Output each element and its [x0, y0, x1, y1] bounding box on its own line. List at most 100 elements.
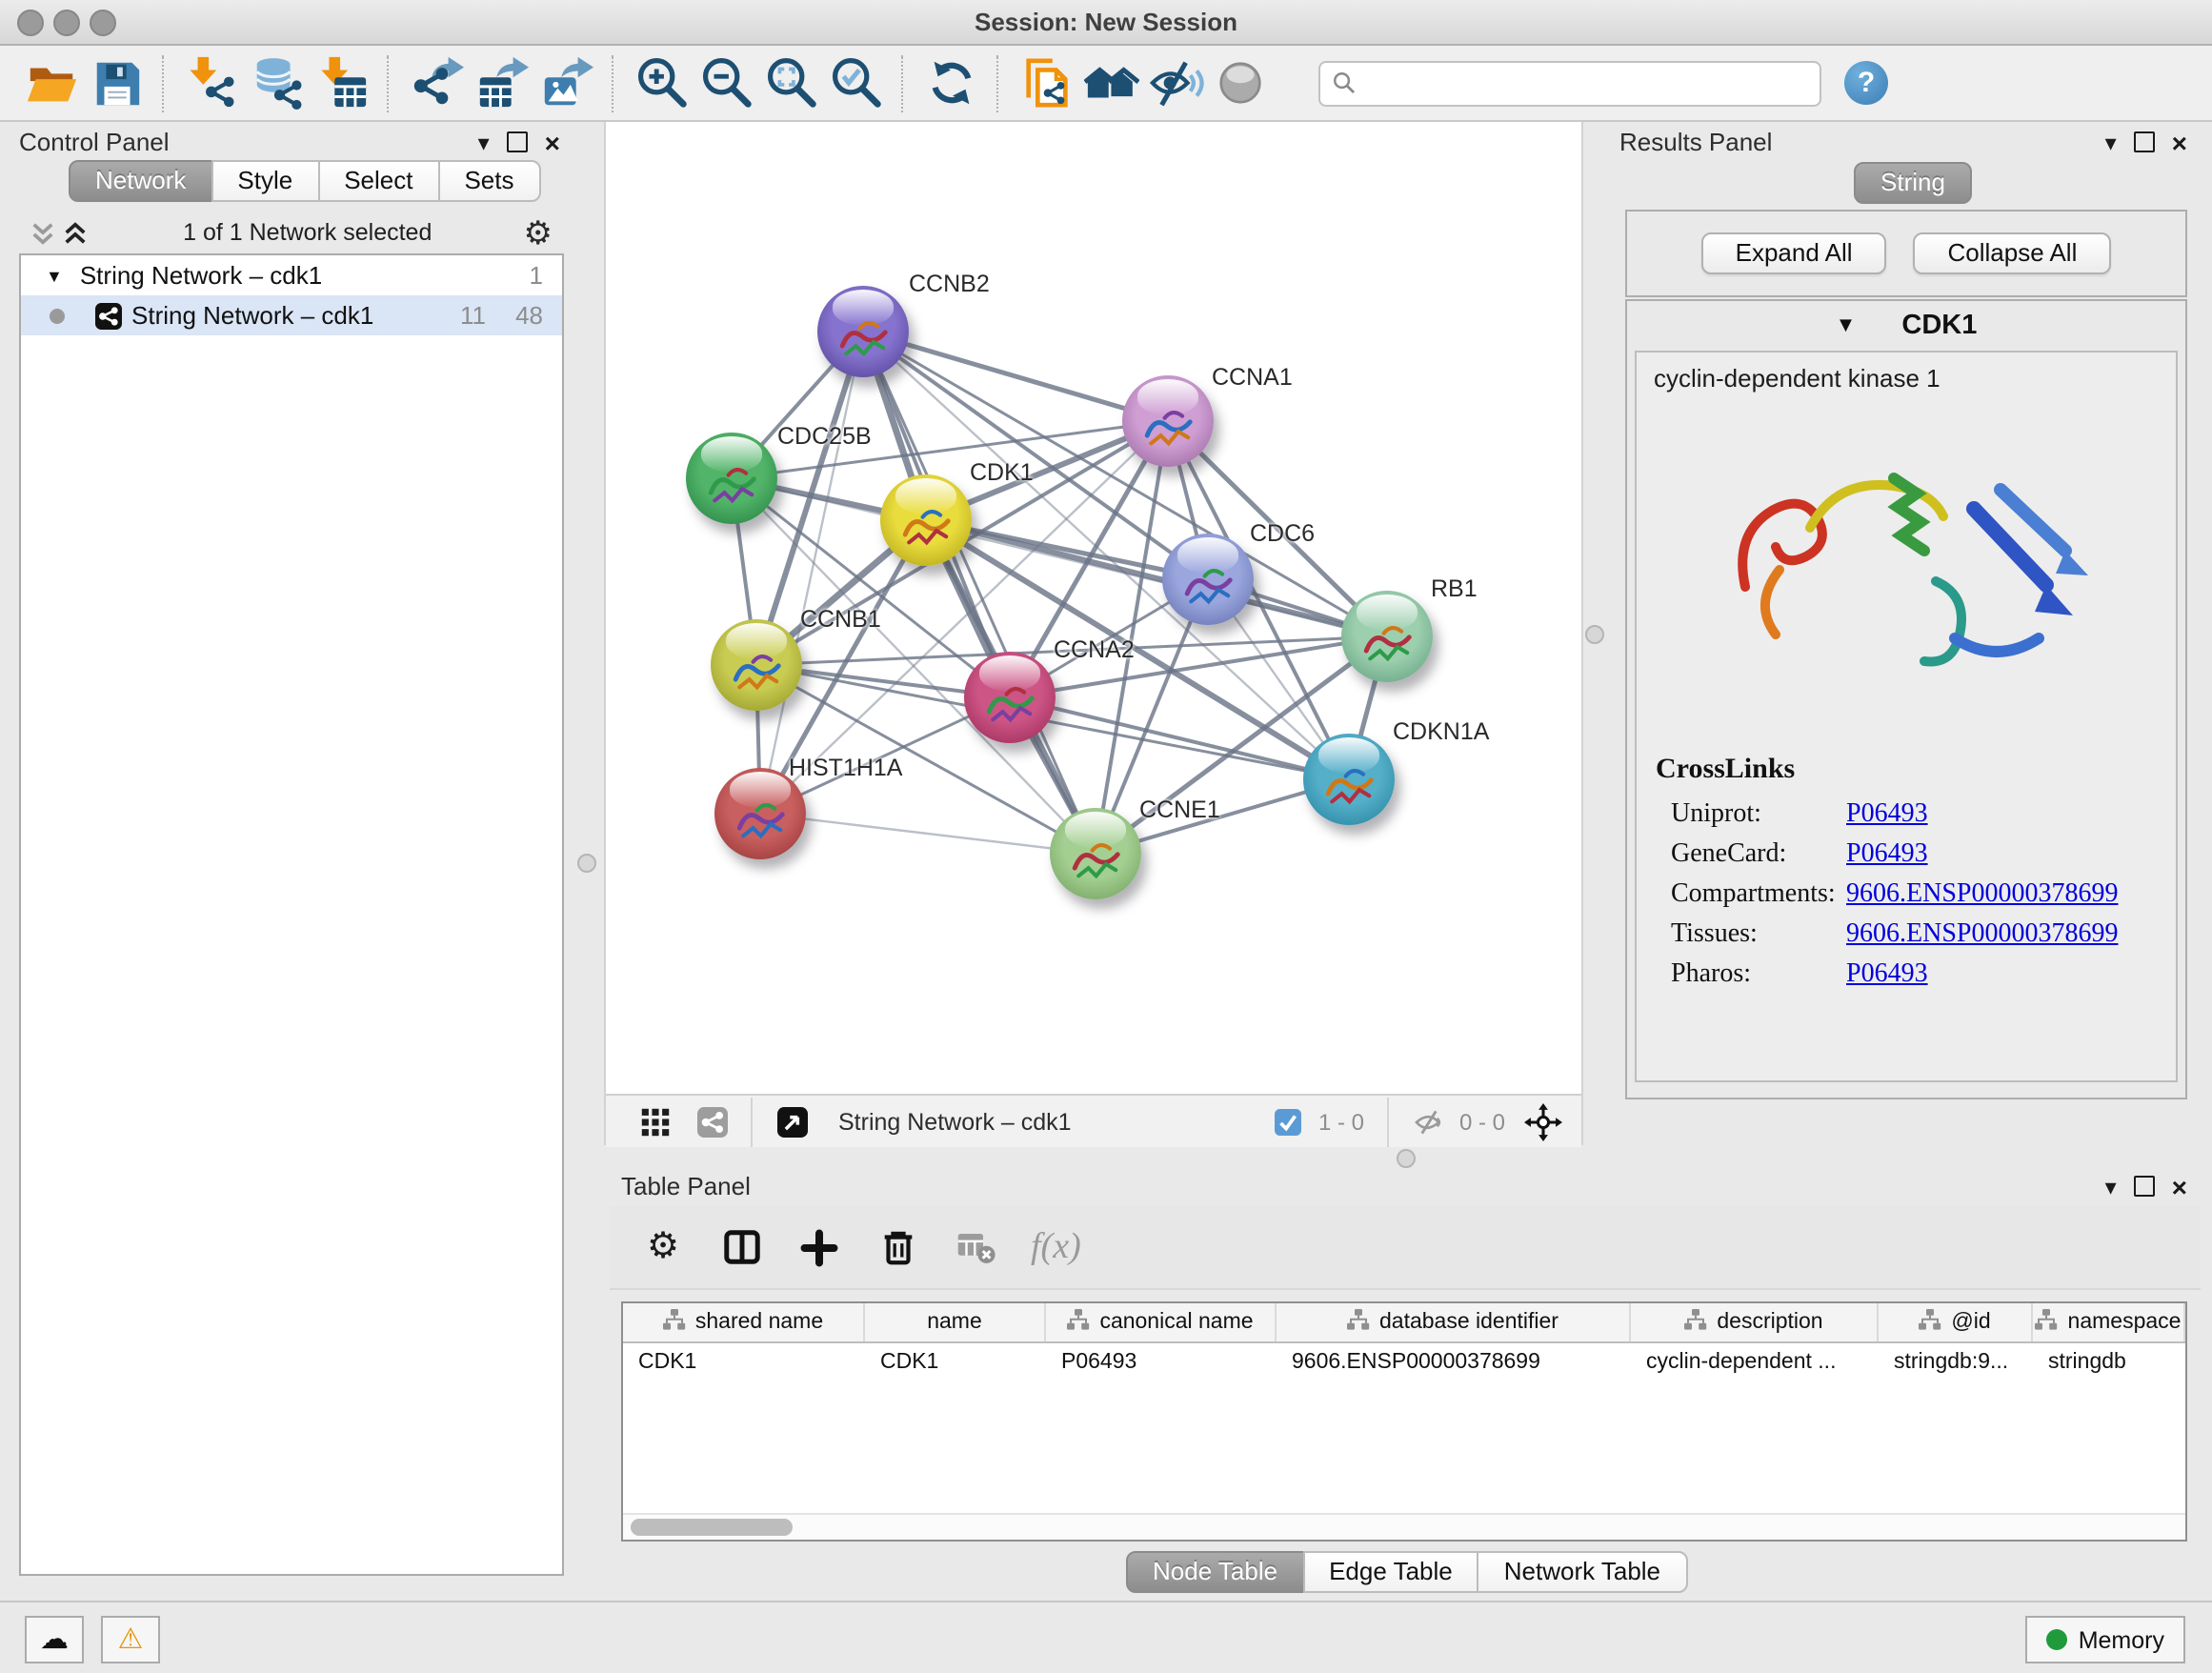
- export-table-button[interactable]: [469, 52, 533, 113]
- table-panel-menu-icon[interactable]: ▾: [2105, 1175, 2117, 1198]
- open-in-window-icon[interactable]: [770, 1099, 815, 1144]
- first-neighbors-button[interactable]: [1078, 52, 1143, 113]
- tab-style[interactable]: Style: [211, 160, 319, 202]
- hidden-eye-slash-icon[interactable]: [1406, 1099, 1452, 1144]
- column-header-description[interactable]: description: [1631, 1303, 1879, 1341]
- control-panel-close-icon[interactable]: ×: [545, 131, 560, 153]
- select-columns-icon[interactable]: [718, 1224, 764, 1270]
- network-node-CDKN1A[interactable]: [1303, 734, 1395, 825]
- network-node-CCNE1[interactable]: [1050, 808, 1141, 899]
- left-splitter-handle[interactable]: [577, 854, 596, 873]
- crosslink-link[interactable]: P06493: [1846, 799, 1928, 830]
- table-cell[interactable]: CDK1: [865, 1343, 1046, 1383]
- window-zoom-button[interactable]: [90, 10, 116, 36]
- zoom-fit-button[interactable]: [758, 52, 823, 113]
- table-cell[interactable]: 9606.ENSP00000378699: [1277, 1343, 1631, 1383]
- protein-expander-icon[interactable]: ▼: [1836, 314, 1857, 337]
- network-collection-row[interactable]: ▼ String Network – cdk1 1: [21, 255, 562, 295]
- network-node-CDC25B[interactable]: [686, 433, 777, 524]
- fit-crosshair-icon[interactable]: [1520, 1099, 1566, 1144]
- window-close-button[interactable]: [17, 10, 44, 36]
- network-node-CCNA1[interactable]: [1122, 375, 1214, 467]
- save-session-button[interactable]: [84, 52, 149, 113]
- create-column-plus-icon[interactable]: [796, 1224, 842, 1270]
- hide-selected-button[interactable]: [1143, 52, 1208, 113]
- table-panel-close-icon[interactable]: ×: [2172, 1175, 2187, 1198]
- birdseye-grid-icon[interactable]: [633, 1099, 678, 1144]
- horizontal-splitter-handle[interactable]: [1397, 1149, 1416, 1168]
- table-options-gear-icon[interactable]: ⚙: [640, 1224, 686, 1270]
- apply-layout-button[interactable]: [918, 52, 983, 113]
- network-node-CCNB1[interactable]: [711, 619, 802, 711]
- network-node-CDK1[interactable]: [880, 474, 972, 566]
- control-panel-menu-icon[interactable]: ▾: [478, 131, 490, 153]
- collapse-all-icon[interactable]: [27, 210, 59, 255]
- collapse-all-button[interactable]: Collapse All: [1914, 232, 2112, 274]
- table-cell[interactable]: CDK1: [623, 1343, 865, 1383]
- network-share-icon[interactable]: [690, 1099, 735, 1144]
- tab-node-table[interactable]: Node Table: [1126, 1551, 1304, 1593]
- crosslink-link[interactable]: 9606.ENSP00000378699: [1846, 879, 2118, 910]
- column-header-shared-name[interactable]: shared name: [623, 1303, 865, 1341]
- control-panel-float-icon[interactable]: [507, 131, 528, 152]
- open-session-button[interactable]: [19, 52, 84, 113]
- function-builder-fx-icon[interactable]: f(x): [1031, 1226, 1081, 1268]
- column-header-name[interactable]: name: [865, 1303, 1046, 1341]
- table-cell[interactable]: stringdb: [2033, 1343, 2185, 1383]
- import-network-file-button[interactable]: [179, 52, 244, 113]
- window-minimize-button[interactable]: [53, 10, 80, 36]
- results-panel-float-icon[interactable]: [2134, 131, 2155, 152]
- network-options-gear-icon[interactable]: ⚙: [524, 218, 553, 247]
- network-row[interactable]: String Network – cdk1 11 48: [21, 295, 562, 335]
- network-node-RB1[interactable]: [1341, 591, 1433, 682]
- warnings-button[interactable]: ⚠: [101, 1616, 160, 1663]
- show-all-button[interactable]: [1208, 52, 1273, 113]
- expand-all-button[interactable]: Expand All: [1701, 232, 1887, 274]
- network-node-CCNA2[interactable]: [964, 652, 1056, 743]
- duplicate-network-button[interactable]: [1014, 52, 1078, 113]
- node-label-RB1: RB1: [1431, 575, 1478, 602]
- right-splitter-handle[interactable]: [1585, 625, 1604, 644]
- zoom-in-button[interactable]: [629, 52, 694, 113]
- delete-table-icon[interactable]: [953, 1224, 998, 1270]
- crosslink-link[interactable]: P06493: [1846, 839, 1928, 870]
- results-panel-close-icon[interactable]: ×: [2172, 131, 2187, 153]
- results-panel-menu-icon[interactable]: ▾: [2105, 131, 2117, 153]
- help-button[interactable]: ?: [1844, 61, 1888, 105]
- table-cell[interactable]: P06493: [1046, 1343, 1277, 1383]
- table-horizontal-scrollbar[interactable]: [623, 1513, 2185, 1540]
- crosslink-link[interactable]: 9606.ENSP00000378699: [1846, 919, 2118, 950]
- network-node-CDC6[interactable]: [1162, 534, 1254, 625]
- tab-select[interactable]: Select: [317, 160, 439, 202]
- column-header-id[interactable]: @id: [1879, 1303, 2033, 1341]
- tab-network[interactable]: Network: [69, 160, 212, 202]
- column-header-namespace[interactable]: namespace: [2033, 1303, 2185, 1341]
- tab-edge-table[interactable]: Edge Table: [1302, 1551, 1479, 1593]
- memory-button[interactable]: Memory: [2025, 1616, 2185, 1663]
- search-input[interactable]: [1364, 68, 1808, 98]
- table-panel-float-icon[interactable]: [2134, 1176, 2155, 1197]
- zoom-out-button[interactable]: [694, 52, 758, 113]
- delete-column-trash-icon[interactable]: [875, 1224, 920, 1270]
- network-node-HIST1H1A[interactable]: [714, 768, 806, 859]
- column-header-canonical-name[interactable]: canonical name: [1046, 1303, 1277, 1341]
- table-cell[interactable]: cyclin-dependent ...: [1631, 1343, 1879, 1383]
- column-header-database-identifier[interactable]: database identifier: [1277, 1303, 1631, 1341]
- cloud-status-button[interactable]: ☁: [25, 1616, 84, 1663]
- tree-expander-icon[interactable]: ▼: [46, 266, 63, 285]
- scrollbar-thumb[interactable]: [631, 1519, 793, 1536]
- tab-network-table[interactable]: Network Table: [1478, 1551, 1687, 1593]
- import-table-button[interactable]: [309, 52, 373, 113]
- tab-string[interactable]: String: [1854, 162, 1972, 204]
- table-cell[interactable]: stringdb:9...: [1879, 1343, 2033, 1383]
- export-network-button[interactable]: [404, 52, 469, 113]
- network-node-CCNB2[interactable]: [817, 286, 909, 377]
- import-network-database-button[interactable]: [244, 52, 309, 113]
- zoom-selected-button[interactable]: [823, 52, 888, 113]
- crosslink-link[interactable]: P06493: [1846, 959, 1928, 990]
- tab-sets[interactable]: Sets: [437, 160, 540, 202]
- network-canvas[interactable]: CCNB2 CCNA1 CDC25B CDK1 CDC6 RB1 CCNB1 C…: [606, 122, 1581, 1094]
- expand-all-icon[interactable]: [59, 210, 91, 255]
- selected-checkbox-icon[interactable]: [1265, 1099, 1311, 1144]
- export-image-button[interactable]: [533, 52, 598, 113]
